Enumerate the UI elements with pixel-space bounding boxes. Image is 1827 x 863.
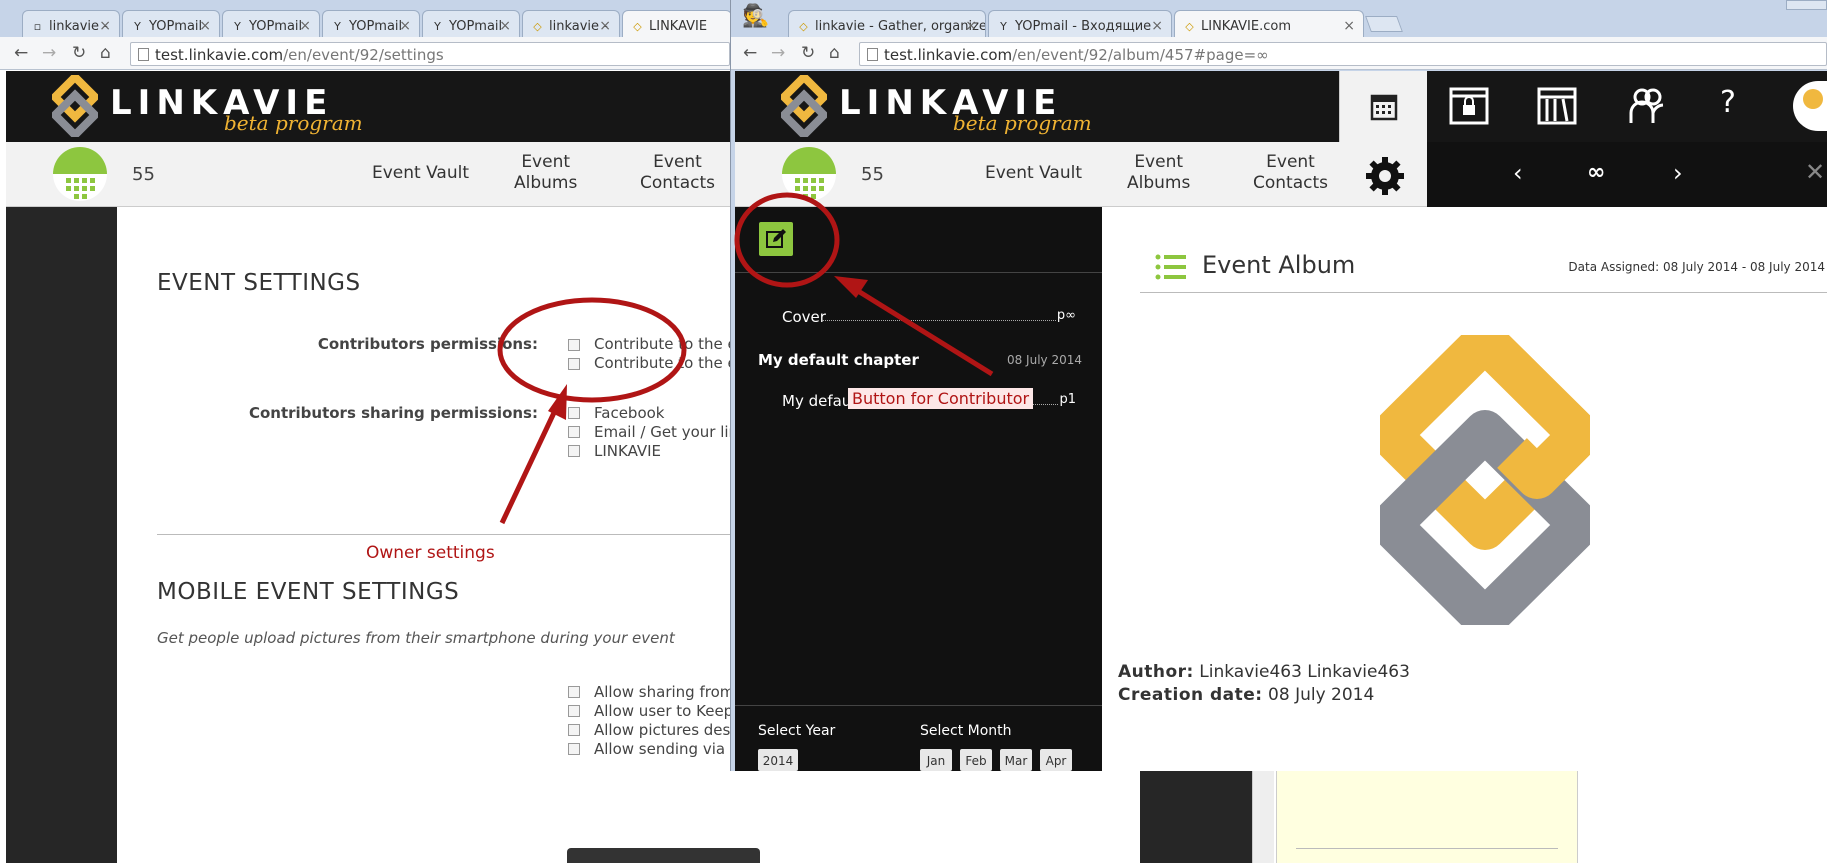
annotation-arrow-contributor [734, 192, 994, 377]
annotation-arrow-line [848, 283, 994, 377]
annotation-circle-contributor [734, 192, 840, 288]
